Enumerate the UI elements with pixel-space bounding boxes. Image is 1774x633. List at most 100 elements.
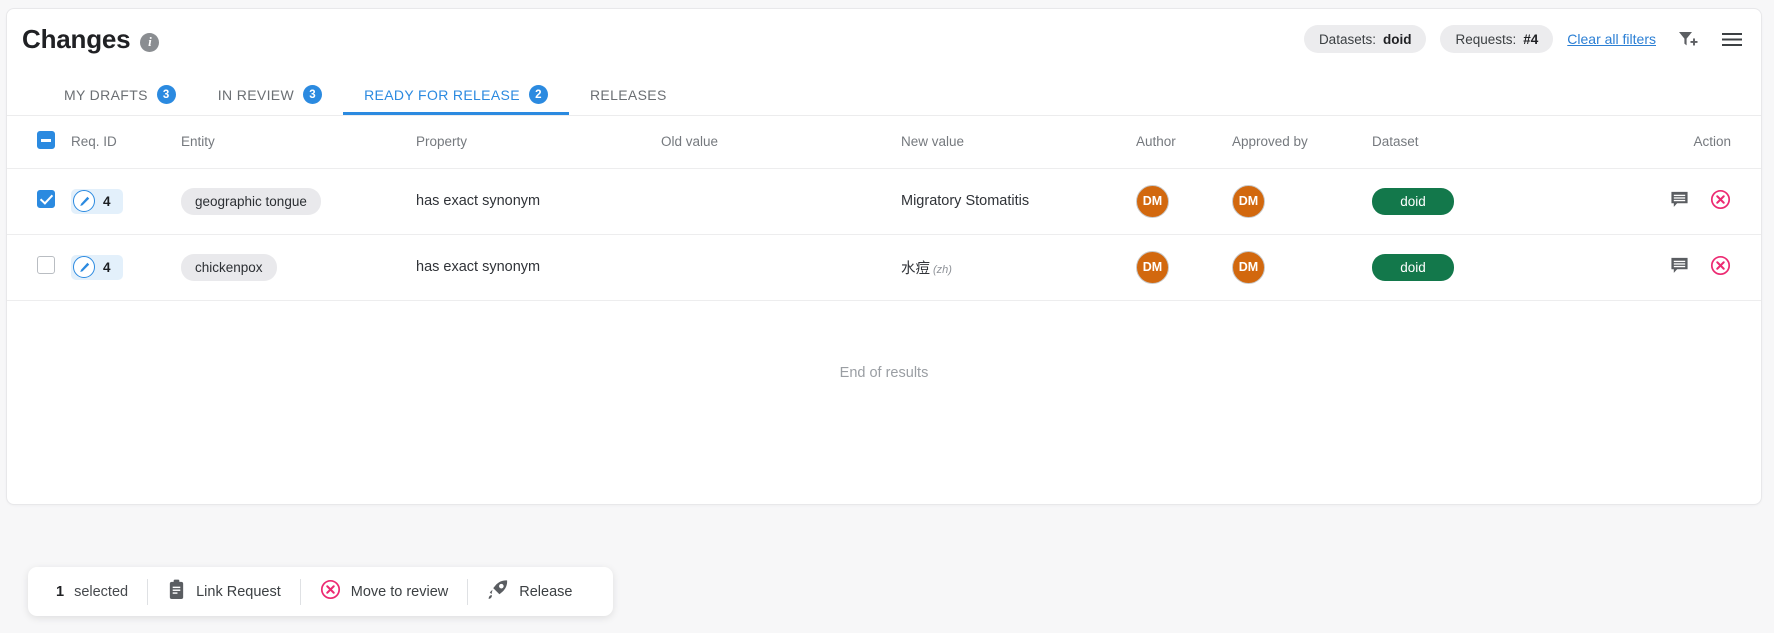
link-request-button[interactable]: Link Request: [148, 579, 300, 604]
page-root: Changes i Datasets: doid Requests: #4 Cl…: [0, 0, 1774, 633]
comment-icon[interactable]: [1670, 256, 1689, 279]
comment-icon[interactable]: [1670, 190, 1689, 213]
new-value-text: Migratory Stomatitis: [901, 193, 1030, 209]
req-id-pill[interactable]: 4: [71, 188, 123, 214]
selected-count: 1: [56, 583, 65, 600]
row-property-cell: has exact synonym: [416, 168, 661, 235]
avatar[interactable]: DM: [1136, 250, 1169, 284]
select-all-header: [7, 116, 71, 169]
clipboard-icon: [167, 579, 186, 604]
tab-bar: MY DRAFTS 3 IN REVIEW 3 READY FOR RELEAS…: [7, 75, 1761, 116]
req-id-value: 4: [103, 259, 111, 275]
link-request-label: Link Request: [196, 583, 281, 600]
table-row[interactable]: 4 chickenpox has exact synonym 水痘 (zh) DM: [7, 234, 1761, 301]
column-header-approved-by: Approved by: [1232, 116, 1372, 169]
clear-all-filters-link[interactable]: Clear all filters: [1567, 31, 1656, 47]
tab-ready-for-release-label: READY FOR RELEASE: [364, 86, 520, 103]
filter-chip-datasets-label: Datasets:: [1318, 31, 1376, 47]
filter-chip-datasets-value: doid: [1382, 31, 1412, 47]
table-header-row: Req. ID Entity Property Old value New va…: [7, 116, 1761, 169]
tab-ready-for-release[interactable]: READY FOR RELEASE 2: [343, 74, 569, 115]
column-header-old-value: Old value: [661, 116, 901, 169]
row-checkbox[interactable]: [37, 256, 55, 274]
row-action-cell: [1612, 168, 1761, 235]
end-of-results-label: End of results: [839, 364, 929, 381]
changes-card: Changes i Datasets: doid Requests: #4 Cl…: [6, 8, 1762, 505]
entity-chip[interactable]: chickenpox: [181, 253, 277, 281]
row-entity-cell: chickenpox: [181, 234, 416, 301]
select-all-checkbox[interactable]: [37, 131, 55, 150]
column-header-new-value: New value: [901, 116, 1136, 169]
tab-my-drafts-label: MY DRAFTS: [64, 86, 148, 103]
filter-chip-requests-value: #4: [1523, 31, 1539, 47]
avatar[interactable]: DM: [1232, 184, 1265, 218]
table-head: Req. ID Entity Property Old value New va…: [7, 116, 1761, 169]
reject-circle-x-icon[interactable]: [1710, 255, 1731, 280]
row-select-cell: [7, 168, 71, 235]
column-header-dataset: Dataset: [1372, 116, 1612, 169]
table-body: 4 geographic tongue has exact synonym Mi…: [7, 168, 1761, 301]
avatar[interactable]: DM: [1136, 184, 1169, 218]
tab-my-drafts[interactable]: MY DRAFTS 3: [43, 74, 197, 115]
filter-chip-requests-label: Requests:: [1455, 31, 1517, 47]
release-label: Release: [519, 583, 573, 600]
row-approved-by-cell: DM: [1232, 234, 1372, 301]
reject-circle-x-icon: [320, 579, 341, 604]
tab-in-review[interactable]: IN REVIEW 3: [197, 74, 343, 115]
card-header: Changes i Datasets: doid Requests: #4 Cl…: [7, 9, 1761, 75]
row-action-cell: [1612, 234, 1761, 301]
table-row[interactable]: 4 geographic tongue has exact synonym Mi…: [7, 168, 1761, 235]
header-controls: Datasets: doid Requests: #4 Clear all fi…: [1303, 25, 1744, 53]
avatar[interactable]: DM: [1232, 250, 1265, 284]
edit-pencil-icon: [73, 256, 95, 278]
row-old-value-cell: [661, 168, 901, 235]
selected-label: selected: [74, 583, 129, 600]
row-property-cell: has exact synonym: [416, 234, 661, 301]
tab-my-drafts-badge: 3: [156, 85, 176, 104]
row-author-cell: DM: [1136, 168, 1232, 235]
filter-chip-requests[interactable]: Requests: #4: [1440, 25, 1554, 53]
reject-circle-x-icon[interactable]: [1710, 189, 1731, 214]
new-value-text: 水痘: [901, 260, 930, 277]
changes-table: Req. ID Entity Property Old value New va…: [7, 116, 1761, 301]
filter-add-icon[interactable]: [1676, 28, 1698, 50]
hamburger-menu-icon[interactable]: [1720, 27, 1744, 51]
title-area: Changes i: [22, 24, 160, 55]
column-header-author: Author: [1136, 116, 1232, 169]
filter-chip-datasets[interactable]: Datasets: doid: [1303, 25, 1427, 53]
info-icon[interactable]: i: [140, 32, 160, 52]
row-req-id-cell: 4: [71, 234, 181, 301]
column-header-req-id: Req. ID: [71, 116, 181, 169]
row-checkbox[interactable]: [37, 190, 55, 208]
bulk-action-bar: 1 selected Link Request Move to review R…: [28, 567, 614, 616]
release-button[interactable]: Release: [468, 579, 591, 604]
entity-chip[interactable]: geographic tongue: [181, 187, 321, 215]
rocket-icon: [487, 579, 509, 604]
tab-ready-for-release-badge: 2: [528, 85, 548, 104]
column-header-entity: Entity: [181, 116, 416, 169]
tab-releases-label: RELEASES: [589, 86, 667, 103]
dataset-badge[interactable]: doid: [1372, 187, 1454, 215]
move-to-review-label: Move to review: [350, 583, 449, 600]
tab-in-review-badge: 3: [303, 85, 323, 104]
tab-in-review-label: IN REVIEW: [217, 86, 295, 103]
row-new-value-cell: Migratory Stomatitis: [901, 168, 1136, 235]
req-id-pill[interactable]: 4: [71, 254, 123, 280]
column-header-action: Action: [1612, 116, 1761, 169]
edit-pencil-icon: [73, 190, 95, 212]
page-title: Changes: [22, 24, 131, 54]
move-to-review-button[interactable]: Move to review: [301, 579, 468, 604]
tab-releases[interactable]: RELEASES: [569, 74, 688, 115]
selected-count-item: 1 selected: [50, 584, 147, 600]
row-req-id-cell: 4: [71, 168, 181, 235]
req-id-value: 4: [103, 193, 111, 209]
row-select-cell: [7, 234, 71, 301]
dataset-badge[interactable]: doid: [1372, 253, 1454, 281]
row-approved-by-cell: DM: [1232, 168, 1372, 235]
new-value-language-tag: (zh): [933, 263, 952, 276]
row-dataset-cell: doid: [1372, 234, 1612, 301]
row-old-value-cell: [661, 234, 901, 301]
row-author-cell: DM: [1136, 234, 1232, 301]
row-new-value-cell: 水痘 (zh): [901, 234, 1136, 301]
row-dataset-cell: doid: [1372, 168, 1612, 235]
